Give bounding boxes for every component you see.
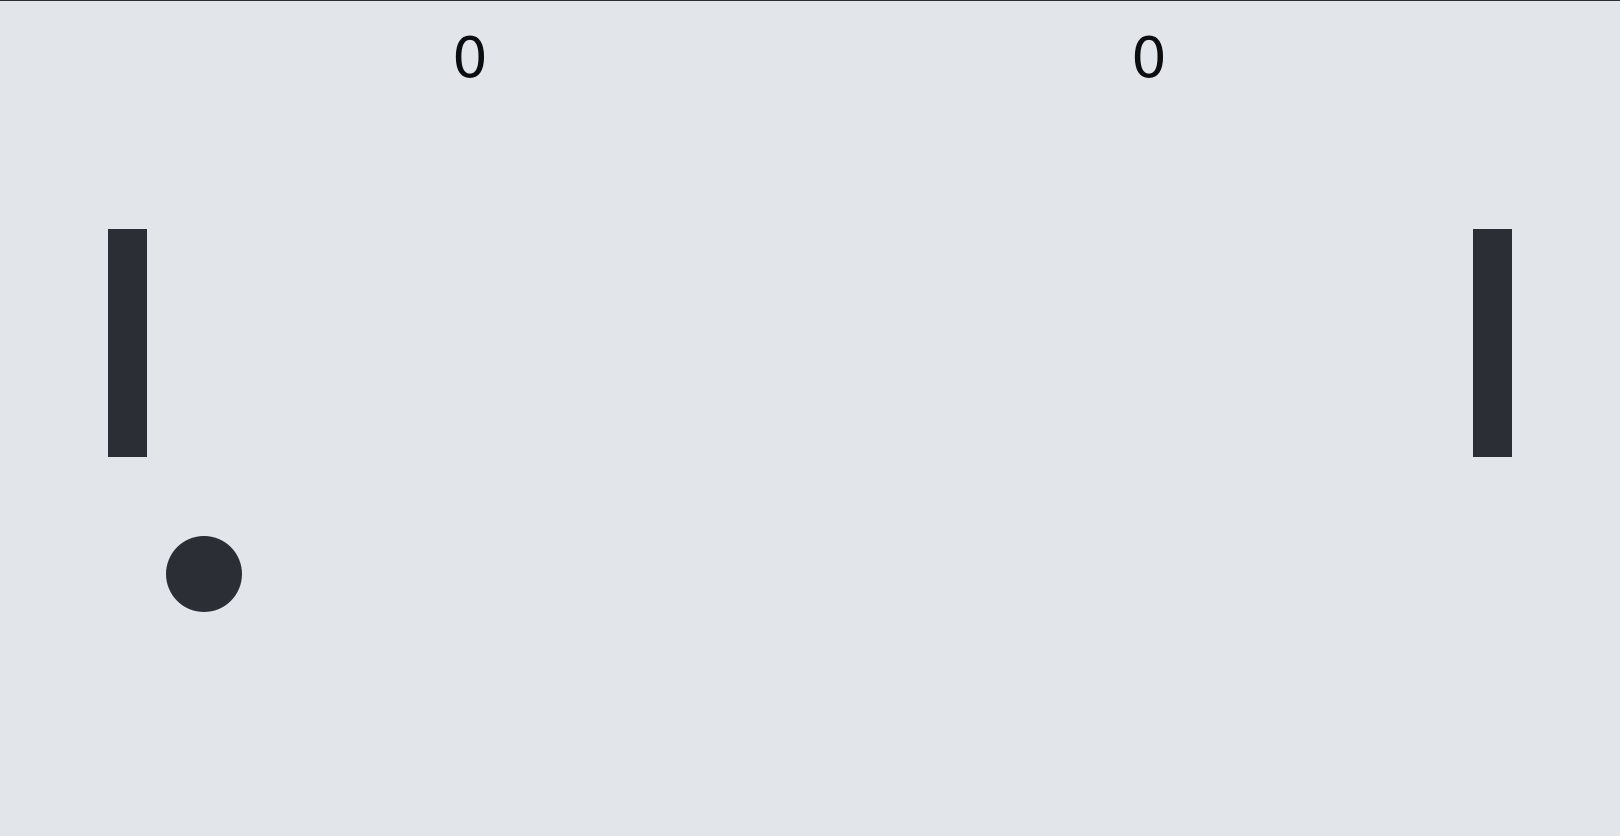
left-player-score: 0 — [452, 26, 488, 91]
ball — [166, 536, 242, 612]
pong-playfield[interactable]: 0 0 — [0, 0, 1620, 836]
right-player-score: 0 — [1131, 26, 1167, 91]
right-paddle[interactable] — [1473, 229, 1512, 457]
left-paddle[interactable] — [108, 229, 147, 457]
